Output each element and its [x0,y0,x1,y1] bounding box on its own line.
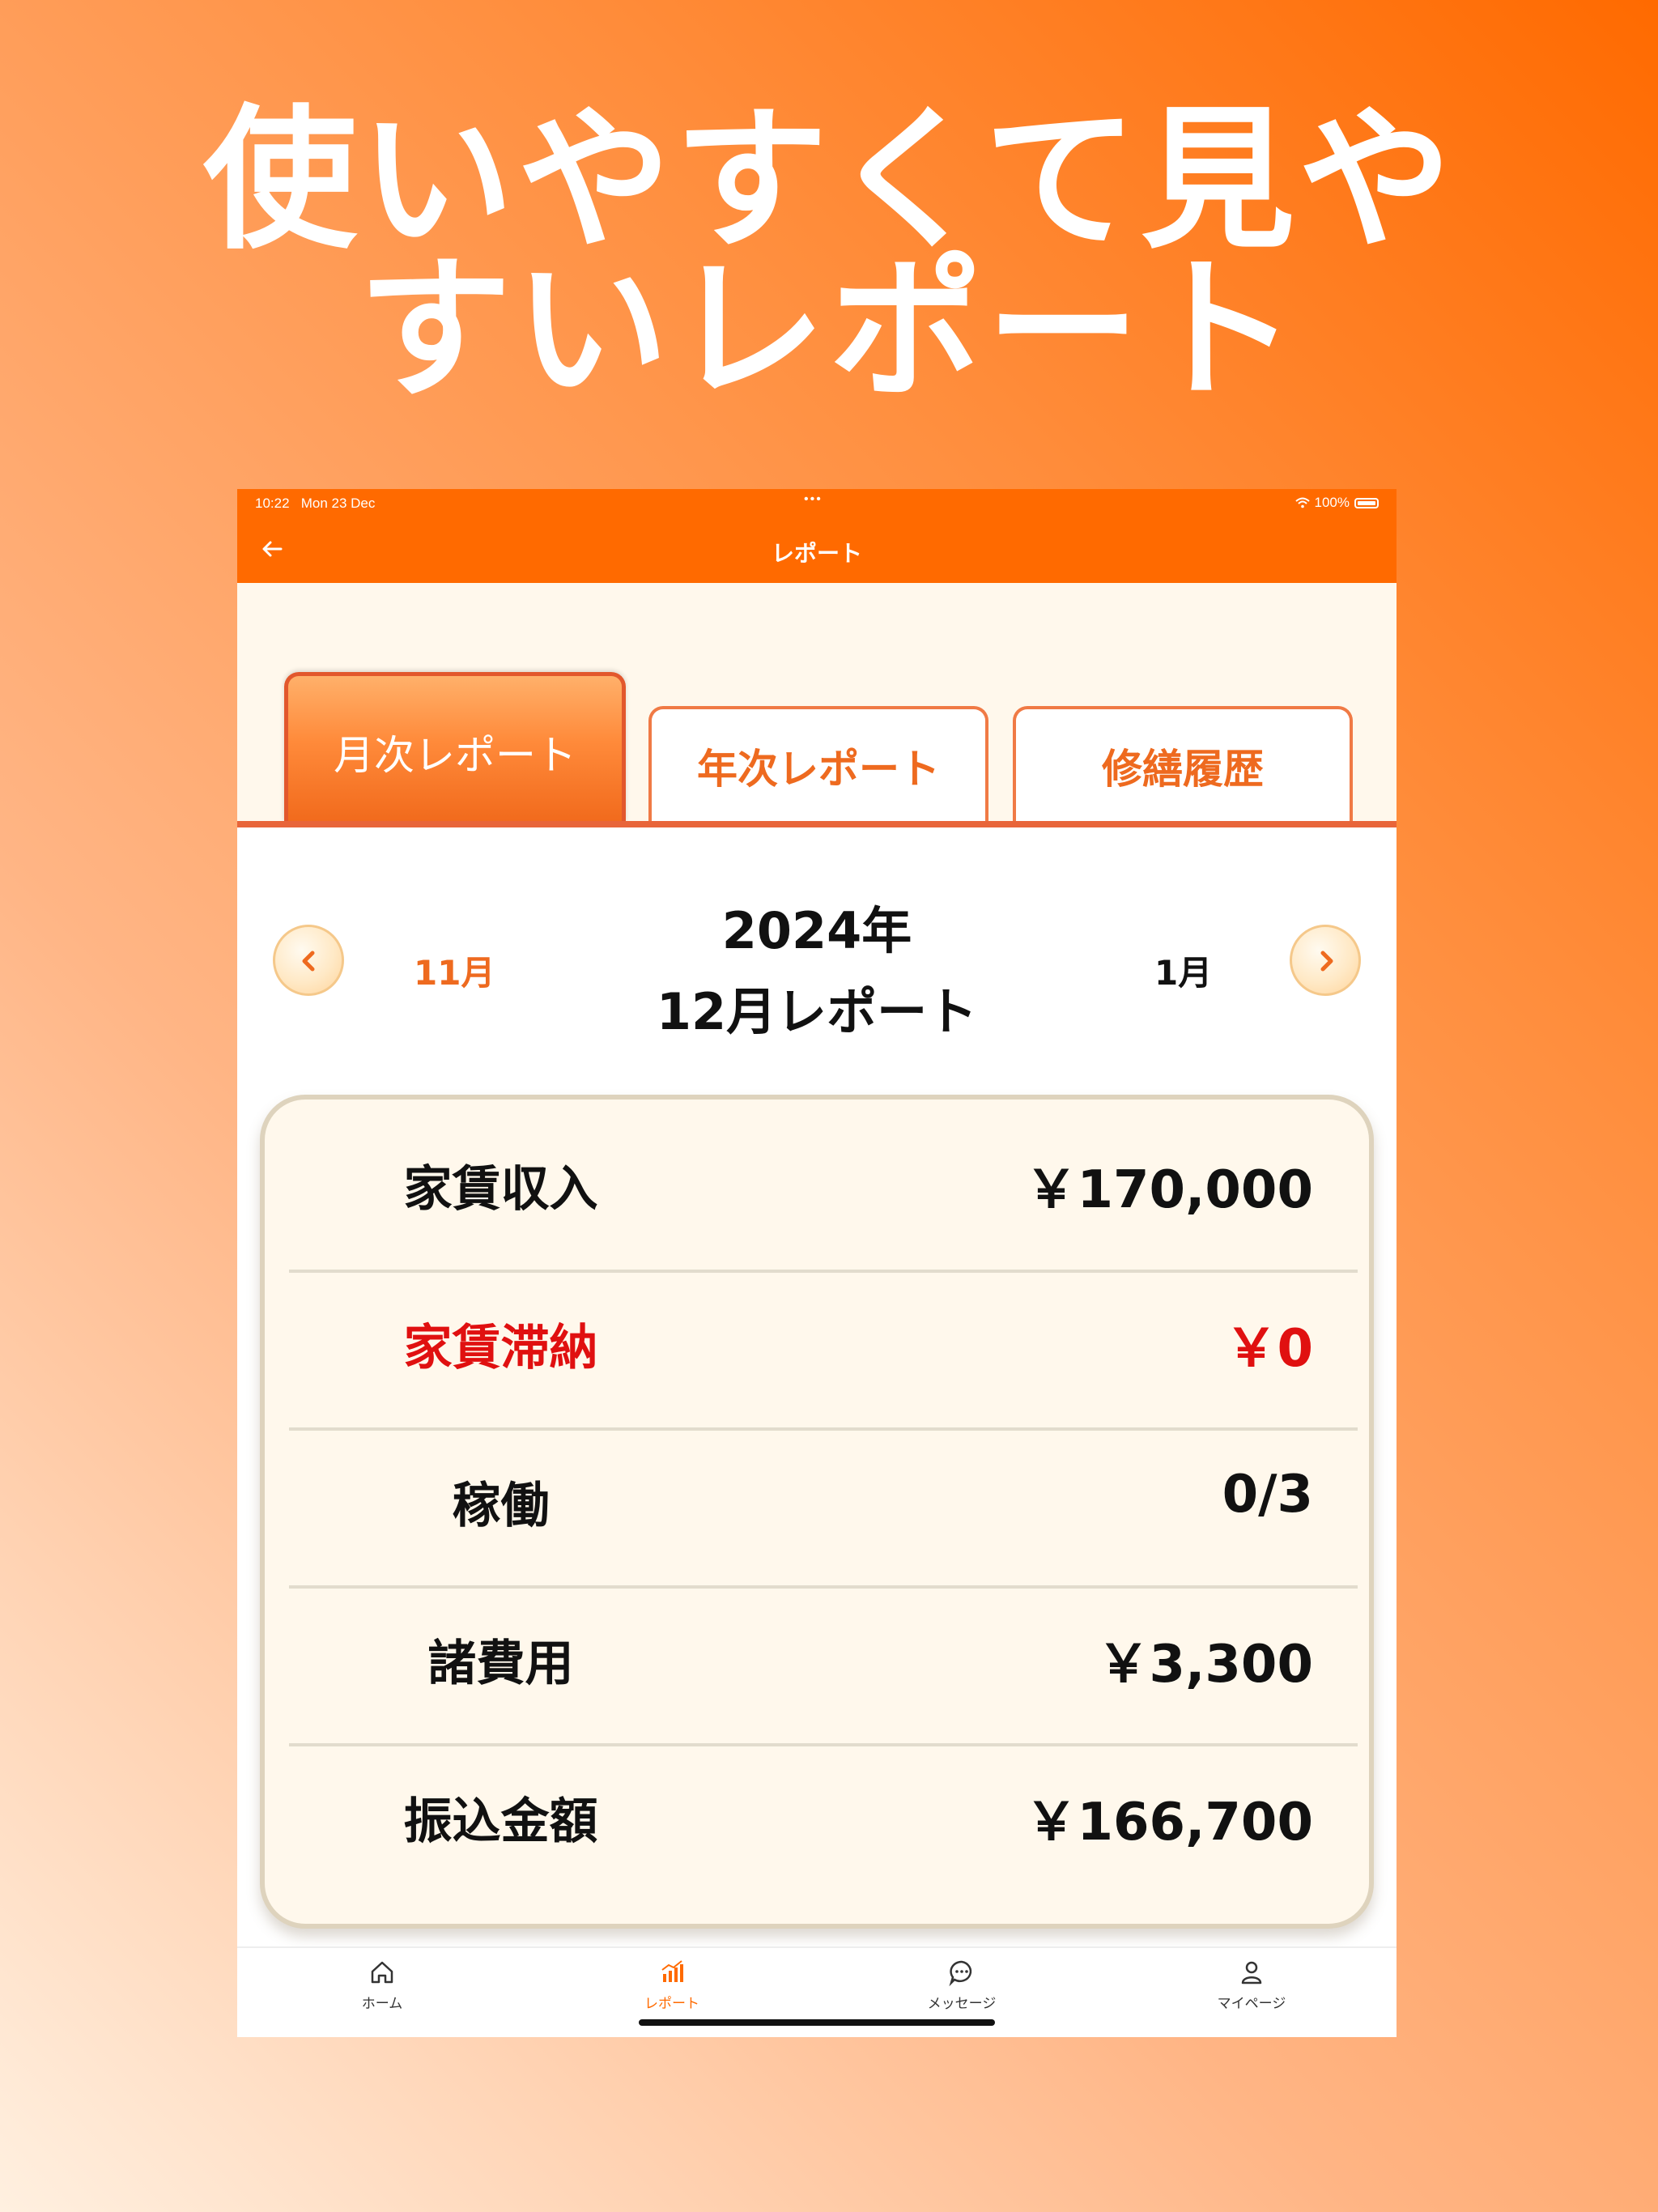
next-month-button[interactable] [1290,925,1361,996]
headline: 使いやすくて見や すいレポート [0,91,1658,419]
message-icon [949,1960,972,1987]
battery-icon [1354,497,1379,508]
status-time: 10:22 Mon 23 Dec [255,496,376,511]
row-label: 家賃滞納 [403,1320,598,1376]
row-value: ￥0 [1225,1319,1313,1379]
report-tabs: 月次レポート 年次レポート 修繕履歴 [237,583,1397,823]
headline-line-1: 使いやすくて見や [202,91,1456,270]
summary-row-expenses: 諸費用 ￥3,300 [289,1574,1350,1731]
tab-repair-history[interactable]: 修繕履歴 [1013,706,1353,823]
summary-row-rent-arrears: 家賃滞納 ￥0 [289,1258,1350,1415]
nav-bar: レポート [237,518,1397,583]
row-value: ￥170,000 [1025,1160,1314,1220]
row-value: ￥166,700 [1025,1793,1314,1853]
battery-percent: 100% [1314,495,1350,510]
summary-card: 家賃収入 ￥170,000 家賃滞納 ￥0 稼働 0/3 諸費用 ￥3,300 … [260,1095,1374,1929]
report-year: 2024年 [721,901,912,960]
home-icon [371,1961,393,1984]
bottom-tab-label: マイページ [1217,1996,1286,2012]
tab-underline [237,821,1397,827]
wifi-icon [1295,497,1310,508]
bottom-tab-label: ホーム [361,1996,403,2012]
headline-line-2: すいレポート [357,240,1300,419]
status-bar: 10:22 Mon 23 Dec ••• 100% [237,489,1397,518]
row-label: 稼働 [452,1478,550,1534]
month-navigator: 11月 2024年 12月レポート 1月 [237,827,1397,1103]
row-value: 0/3 [1222,1465,1313,1525]
bottom-tab-label: メッセージ [927,1996,997,2012]
home-indicator[interactable] [639,2019,995,2026]
summary-row-occupancy: 稼働 0/3 [289,1416,1350,1573]
next-month-label[interactable]: 1月 [1154,946,1212,995]
person-icon [1241,1961,1262,1984]
status-right: 100% [1295,495,1379,511]
prev-month-label[interactable]: 11月 [414,946,495,995]
summary-row-rent-income: 家賃収入 ￥170,000 [289,1100,1350,1257]
bottom-tab-home[interactable]: ホーム [237,1948,527,2037]
current-report-title: 2024年 12月レポート [574,891,1060,1053]
row-value: ￥3,300 [1097,1635,1313,1695]
report-month: 12月レポート [656,982,978,1041]
multitask-dots[interactable]: ••• [804,492,823,507]
device-screen: 10:22 Mon 23 Dec ••• 100% レポート 月次レポート 年次… [237,489,1397,2037]
chevron-right-icon [1320,951,1333,972]
summary-row-transfer-amount: 振込金額 ￥166,700 [289,1732,1350,1889]
row-label: 家賃収入 [403,1161,598,1218]
chart-icon [661,1960,683,1982]
nav-title: レポート [771,540,862,567]
chevron-left-icon [302,951,315,972]
tab-yearly-report[interactable]: 年次レポート [648,706,988,823]
prev-month-button[interactable] [273,925,344,996]
bottom-tab-mypage[interactable]: マイページ [1107,1948,1397,2037]
row-label: 諸費用 [427,1636,574,1692]
row-label: 振込金額 [403,1793,598,1850]
bottom-tab-label: レポート [644,1996,699,2012]
tab-monthly-report[interactable]: 月次レポート [284,672,626,823]
